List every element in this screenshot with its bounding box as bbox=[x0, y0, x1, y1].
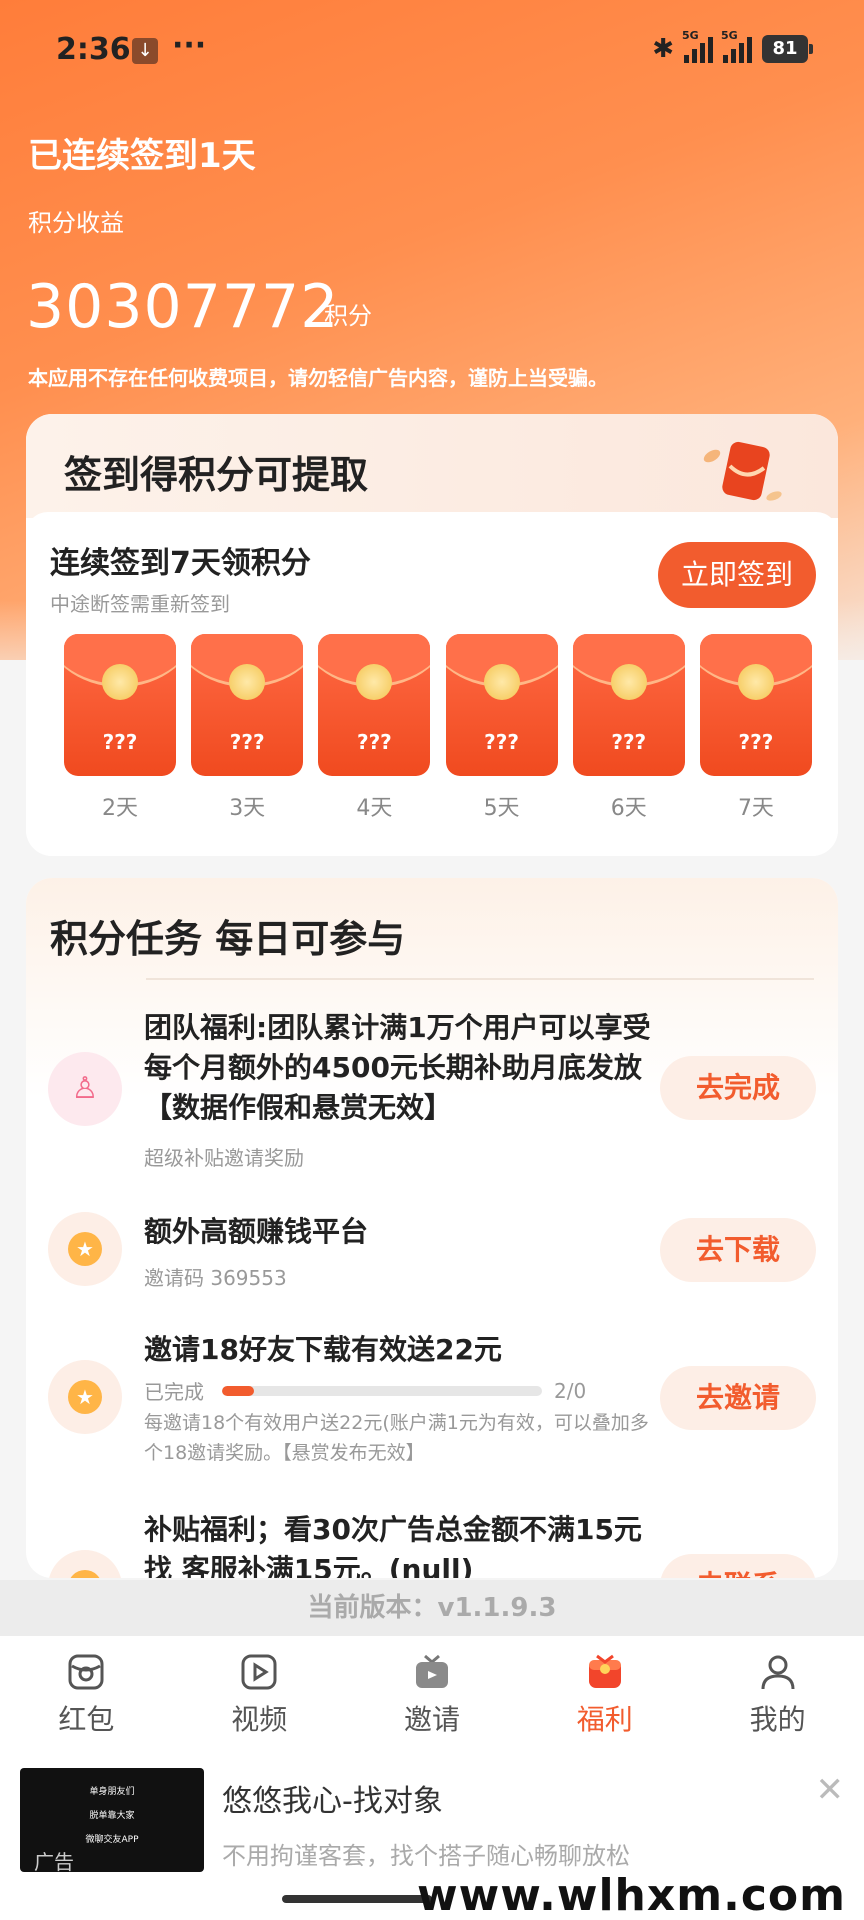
checkin-days: ??? 2天 ??? 3天 ??? 4天 ??? 5天 ??? 6天 ??? 7… bbox=[64, 634, 812, 822]
day-label: 6天 bbox=[610, 796, 647, 821]
checkin-subtitle: 连续签到7天领积分 bbox=[50, 546, 311, 581]
streak-text: 已连续签到1天 bbox=[28, 136, 256, 176]
checkin-card: 签到得积分可提取 连续签到7天领积分 中途断签需重新签到 立即签到 ??? 2天… bbox=[26, 414, 838, 856]
task-title: 团队福利:团队累计满1万个用户可以享受每个月额外的4500元长期补助月底发放【数… bbox=[144, 1011, 651, 1124]
task-progress: 已完成 2/0 bbox=[144, 1376, 624, 1405]
checkin-day[interactable]: ??? 3天 bbox=[191, 634, 304, 822]
signal-icon: 5G bbox=[721, 29, 752, 63]
invite-code: 邀请码 369553 bbox=[144, 1266, 287, 1290]
tab-video[interactable]: 视频 bbox=[173, 1636, 346, 1760]
day-label: 3天 bbox=[229, 796, 266, 821]
task-description: 每邀请18个有效用户送22元(账户满1元为有效，可以叠加多个18邀请奖励。【悬赏… bbox=[144, 1412, 649, 1464]
red-envelope-icon: ??? bbox=[445, 634, 558, 776]
checkin-day[interactable]: ??? 4天 bbox=[318, 634, 431, 822]
points-value: 30307772 bbox=[26, 272, 340, 342]
ad-title[interactable]: 悠悠我心-找对象 bbox=[222, 1776, 443, 1820]
home-indicator[interactable] bbox=[282, 1895, 432, 1903]
checkin-card-header: 签到得积分可提取 bbox=[26, 414, 838, 518]
tasks-card-title: 积分任务 每日可参与 bbox=[50, 917, 406, 961]
star-coin-icon: ★ bbox=[48, 1212, 122, 1286]
red-envelope-icon: ??? bbox=[191, 634, 304, 776]
checkin-button[interactable]: 立即签到 bbox=[658, 542, 816, 608]
tab-invite[interactable]: 邀请 bbox=[346, 1636, 519, 1760]
tab-profile[interactable]: 我的 bbox=[691, 1636, 864, 1760]
checkin-hint: 中途断签需重新签到 bbox=[50, 592, 230, 616]
ad-tag: 广告 bbox=[34, 1850, 74, 1874]
download-button[interactable]: 去下载 bbox=[660, 1218, 816, 1282]
tv-icon bbox=[415, 1654, 448, 1688]
tasks-card: 积分任务 每日可参与 ♙ 团队福利:团队累计满1万个用户可以享受每个月额外的45… bbox=[26, 878, 838, 1578]
more-dots-icon: ··· bbox=[172, 28, 207, 63]
points-unit: 积分 bbox=[324, 302, 372, 330]
version-text: 当前版本：v1.1.9.3 bbox=[0, 1580, 864, 1636]
star-coin-icon: ★ bbox=[48, 1360, 122, 1434]
bluetooth-icon: ✱ bbox=[652, 34, 674, 64]
star-coin-icon: ★ bbox=[48, 1550, 122, 1578]
red-envelope-icon: ??? bbox=[572, 634, 685, 776]
earnings-label: 积分收益 bbox=[28, 209, 124, 237]
day-label: 7天 bbox=[737, 796, 774, 821]
checkin-day[interactable]: ??? 5天 bbox=[445, 634, 558, 822]
day-label: 5天 bbox=[483, 796, 520, 821]
task-status: 已完成 bbox=[144, 1380, 204, 1404]
tab-welfare[interactable]: 福利 bbox=[518, 1636, 691, 1760]
status-bar: 2:36 ↓ ··· ✱ 5G 5G 81 bbox=[0, 28, 864, 76]
gift-icon bbox=[588, 1654, 621, 1688]
profile-icon bbox=[761, 1655, 795, 1690]
tab-red-packet[interactable]: 红包 bbox=[0, 1636, 173, 1760]
watermark-text: www.wlhxm.com bbox=[416, 1870, 846, 1920]
invite-button[interactable]: 去邀请 bbox=[660, 1366, 816, 1430]
close-icon[interactable]: ✕ bbox=[816, 1770, 845, 1810]
task-subtitle: 超级补贴邀请奖励 bbox=[144, 1146, 304, 1170]
task-title: 额外高额赚钱平台 bbox=[144, 1215, 369, 1248]
status-time: 2:36 bbox=[56, 32, 131, 67]
day-label: 2天 bbox=[102, 796, 138, 821]
task-title: 补贴福利；看30次广告总金额不满15元找 客服补满15元。(null) bbox=[144, 1513, 642, 1578]
checkin-card-body: 连续签到7天领积分 中途断签需重新签到 立即签到 ??? 2天 ??? 3天 ?… bbox=[26, 512, 838, 856]
team-icon: ♙ bbox=[48, 1052, 122, 1126]
ad-subtitle: 不用拘谨客套，找个搭子随心畅聊放松 bbox=[222, 1842, 630, 1870]
complete-button[interactable]: 去完成 bbox=[660, 1056, 816, 1120]
divider bbox=[146, 978, 814, 980]
download-icon: ↓ bbox=[132, 38, 158, 64]
ad-thumbnail[interactable]: 单身朋友们 脱单靠大家 微聊交友APP 广告 bbox=[20, 1768, 204, 1874]
signal-icon: 5G bbox=[682, 29, 713, 63]
bottom-tab-bar: 红包 视频 邀请 福利 我的 bbox=[0, 1636, 864, 1760]
task-title: 邀请18好友下载有效送22元 bbox=[144, 1333, 502, 1366]
ad-banner[interactable]: 单身朋友们 脱单靠大家 微聊交友APP 广告 悠悠我心-找对象 不用拘谨客套，找… bbox=[0, 1760, 864, 1920]
checkin-day[interactable]: ??? 6天 bbox=[572, 634, 685, 822]
day-label: 4天 bbox=[356, 796, 393, 821]
checkin-day[interactable]: ??? 2天 bbox=[64, 634, 176, 822]
progress-bar bbox=[222, 1385, 542, 1396]
checkin-card-title: 签到得积分可提取 bbox=[64, 453, 369, 497]
checkin-day[interactable]: ??? 7天 bbox=[699, 634, 812, 822]
contact-button[interactable]: 去联系 bbox=[660, 1554, 816, 1578]
progress-count: 2/0 bbox=[554, 1378, 587, 1403]
warning-notice: 本应用不存在任何收费项目，请勿轻信广告内容，谨防上当受骗。 bbox=[28, 366, 608, 390]
red-envelope-icon: ??? bbox=[318, 634, 431, 776]
red-envelope-icon: ??? bbox=[699, 634, 812, 776]
red-envelope-icon bbox=[703, 441, 782, 501]
battery-indicator: 81 bbox=[762, 35, 813, 63]
red-packet-icon bbox=[68, 1654, 104, 1690]
red-envelope-icon: ??? bbox=[64, 634, 176, 776]
video-icon bbox=[241, 1654, 277, 1690]
